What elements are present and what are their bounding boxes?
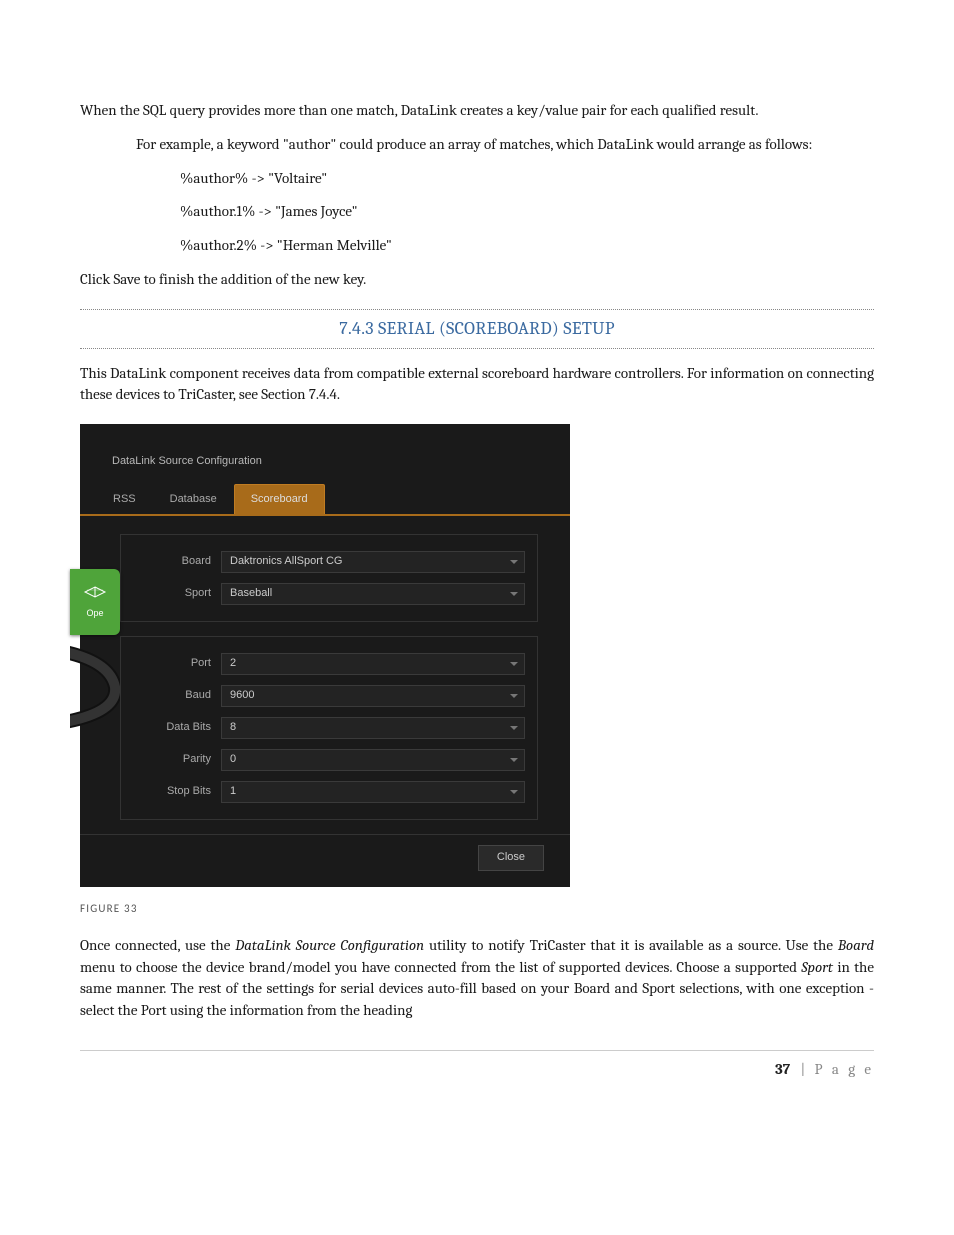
label-port: Port [129, 656, 221, 672]
badge-label: Ope [86, 607, 103, 620]
row-baud: Baud 9600 [129, 685, 525, 707]
combo-parity-value: 0 [230, 752, 236, 768]
combo-parity[interactable]: 0 [221, 749, 525, 771]
section-number: 7.4.3 [339, 318, 374, 339]
combo-databits-value: 8 [230, 720, 236, 736]
combo-stopbits[interactable]: 1 [221, 781, 525, 803]
chevron-down-icon [510, 560, 518, 564]
group-board-sport: Board Daktronics AllSport CG Sport Baseb… [120, 534, 538, 622]
page-label: P a g e [815, 1060, 874, 1078]
row-stopbits: Stop Bits 1 [129, 781, 525, 803]
close-button[interactable]: Close [478, 845, 544, 871]
example-line-3: %author.2% -> "Herman Melville" [180, 235, 874, 257]
cable-icon [70, 642, 120, 732]
paragraph-example-lead: For example, a keyword "author" could pr… [136, 134, 874, 156]
combo-stopbits-value: 1 [230, 784, 236, 800]
chevron-down-icon [510, 592, 518, 596]
chevron-down-icon [510, 726, 518, 730]
chevron-down-icon [510, 694, 518, 698]
combo-sport[interactable]: Baseball [221, 583, 525, 605]
chevron-down-icon [510, 662, 518, 666]
combo-board[interactable]: Daktronics AllSport CG [221, 551, 525, 573]
tab-rss[interactable]: RSS [96, 484, 153, 514]
label-parity: Parity [129, 752, 221, 768]
tab-bar: RSS Database Scoreboard [80, 484, 570, 516]
label-baud: Baud [129, 688, 221, 704]
figure-caption: FIGURE 33 [80, 901, 874, 917]
dialog-title: DataLink Source Configuration [112, 454, 544, 470]
paragraph-sql-intro: When the SQL query provides more than on… [80, 100, 874, 122]
section-heading: 7.4.3 SERIAL (SCOREBOARD) SETUP [339, 318, 614, 339]
tab-scoreboard[interactable]: Scoreboard [234, 484, 325, 514]
row-port: Port 2 [129, 653, 525, 675]
example-line-1: %author% -> "Voltaire" [180, 168, 874, 190]
example-line-2: %author.1% -> "James Joyce" [180, 201, 874, 223]
row-databits: Data Bits 8 [129, 717, 525, 739]
open-box-icon [83, 585, 107, 605]
page: When the SQL query provides more than on… [0, 0, 954, 1235]
section-title: SERIAL (SCOREBOARD) SETUP [378, 318, 615, 339]
section-divider: 7.4.3 SERIAL (SCOREBOARD) SETUP [80, 309, 874, 349]
open-box-badge: Ope [70, 569, 120, 635]
paragraph-once-connected: Once connected, use the DataLink Source … [80, 935, 874, 1022]
combo-sport-value: Baseball [230, 586, 272, 602]
label-stopbits: Stop Bits [129, 784, 221, 800]
page-footer: 37 | P a g e [80, 1050, 874, 1081]
combo-databits[interactable]: 8 [221, 717, 525, 739]
combo-port-value: 2 [230, 656, 236, 672]
dialog-separator [80, 834, 570, 835]
page-number: 37 [775, 1060, 790, 1078]
group-serial-settings: Port 2 Baud 9600 Data [120, 636, 538, 820]
tab-database[interactable]: Database [153, 484, 234, 514]
tab-pane: Board Daktronics AllSport CG Sport Baseb… [106, 534, 544, 820]
paragraph-click-save: Click Save to finish the addition of the… [80, 269, 874, 291]
row-sport: Sport Baseball [129, 583, 525, 605]
chevron-down-icon [510, 790, 518, 794]
combo-port[interactable]: 2 [221, 653, 525, 675]
combo-board-value: Daktronics AllSport CG [230, 554, 342, 570]
label-board: Board [129, 554, 221, 570]
combo-baud[interactable]: 9600 [221, 685, 525, 707]
row-board: Board Daktronics AllSport CG [129, 551, 525, 573]
dialog-window: Ope DataLink Source Configuration RSS Da… [80, 424, 570, 887]
figure-33: Ope DataLink Source Configuration RSS Da… [80, 424, 874, 887]
dialog-footer: Close [106, 845, 544, 871]
row-parity: Parity 0 [129, 749, 525, 771]
combo-baud-value: 9600 [230, 688, 254, 704]
label-sport: Sport [129, 586, 221, 602]
label-databits: Data Bits [129, 720, 221, 736]
chevron-down-icon [510, 758, 518, 762]
paragraph-component-info: This DataLink component receives data fr… [80, 363, 874, 407]
